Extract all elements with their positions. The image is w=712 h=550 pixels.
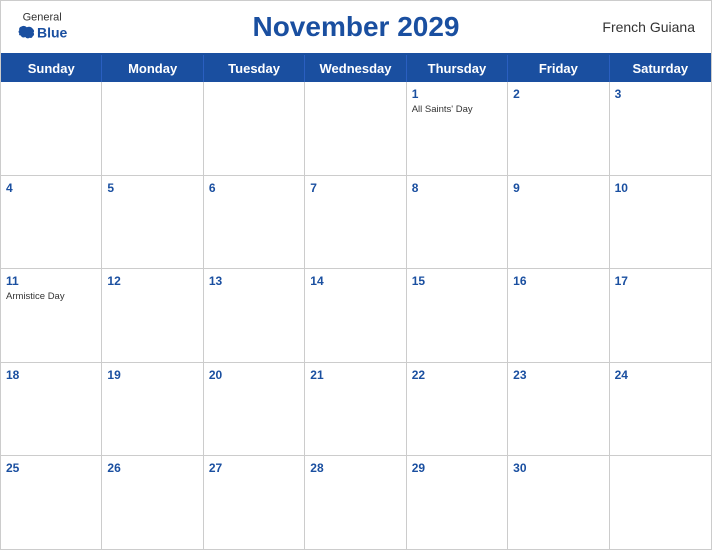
calendar-grid: SundayMondayTuesdayWednesdayThursdayFrid… [1, 53, 711, 549]
day-cell: 6 [204, 176, 305, 269]
day-number: 21 [310, 367, 400, 384]
day-number: 3 [615, 86, 706, 103]
day-headers-row: SundayMondayTuesdayWednesdayThursdayFrid… [1, 55, 711, 82]
day-number: 20 [209, 367, 299, 384]
day-cell [1, 82, 102, 175]
day-number: 13 [209, 273, 299, 290]
day-cell: 28 [305, 456, 406, 549]
day-number: 23 [513, 367, 603, 384]
day-number: 25 [6, 460, 96, 477]
day-header-sunday: Sunday [1, 55, 102, 82]
logo-blue-text: Blue [37, 26, 67, 40]
logo-blue-area: Blue [17, 24, 67, 42]
day-number: 6 [209, 180, 299, 197]
day-number: 5 [107, 180, 197, 197]
day-cell [102, 82, 203, 175]
day-cell: 3 [610, 82, 711, 175]
day-number: 12 [107, 273, 197, 290]
day-number: 15 [412, 273, 502, 290]
day-cell: 10 [610, 176, 711, 269]
day-number: 14 [310, 273, 400, 290]
day-cell: 11Armistice Day [1, 269, 102, 362]
day-cell: 16 [508, 269, 609, 362]
day-number: 28 [310, 460, 400, 477]
holiday-name: All Saints' Day [412, 104, 502, 115]
day-header-thursday: Thursday [407, 55, 508, 82]
day-number: 8 [412, 180, 502, 197]
day-cell: 14 [305, 269, 406, 362]
day-number: 24 [615, 367, 706, 384]
day-number: 29 [412, 460, 502, 477]
day-cell: 2 [508, 82, 609, 175]
day-number: 16 [513, 273, 603, 290]
day-cell: 1All Saints' Day [407, 82, 508, 175]
day-number: 30 [513, 460, 603, 477]
weeks-container: 1All Saints' Day 23 456789 10 11Armistice Da… [1, 82, 711, 549]
region-label: French Guiana [602, 19, 695, 35]
day-number: 27 [209, 460, 299, 477]
week-row-4: 18 19 20 21 22 23 24 [1, 363, 711, 457]
day-cell: 22 [407, 363, 508, 456]
day-cell: 21 [305, 363, 406, 456]
day-cell: 5 [102, 176, 203, 269]
day-cell: 23 [508, 363, 609, 456]
day-number: 7 [310, 180, 400, 197]
day-cell: 20 [204, 363, 305, 456]
day-number: 1 [412, 86, 502, 103]
day-number: 9 [513, 180, 603, 197]
day-header-friday: Friday [508, 55, 609, 82]
day-header-wednesday: Wednesday [305, 55, 406, 82]
logo-bird-icon [17, 24, 35, 42]
day-cell: 25 [1, 456, 102, 549]
day-number: 19 [107, 367, 197, 384]
day-cell [305, 82, 406, 175]
week-row-3: 11Armistice Day 12 13 14 15 16 17 [1, 269, 711, 363]
day-number: 4 [6, 180, 96, 197]
day-cell: 12 [102, 269, 203, 362]
logo-general-text: General [23, 13, 62, 24]
day-cell: 17 [610, 269, 711, 362]
day-number: 18 [6, 367, 96, 384]
day-cell: 15 [407, 269, 508, 362]
day-number: 10 [615, 180, 706, 197]
day-number: 17 [615, 273, 706, 290]
logo-area: General Blue [17, 13, 67, 42]
day-cell: 27 [204, 456, 305, 549]
week-row-1: 1All Saints' Day 23 [1, 82, 711, 176]
calendar-title: November 2029 [252, 11, 459, 43]
day-cell: 13 [204, 269, 305, 362]
day-header-tuesday: Tuesday [204, 55, 305, 82]
day-cell: 26 [102, 456, 203, 549]
week-row-2: 456789 10 [1, 176, 711, 270]
day-cell: 29 [407, 456, 508, 549]
day-cell: 9 [508, 176, 609, 269]
calendar-header: General Blue November 2029 French Guiana [1, 1, 711, 53]
day-number: 22 [412, 367, 502, 384]
day-number: 11 [6, 273, 96, 290]
day-cell: 7 [305, 176, 406, 269]
day-cell: 4 [1, 176, 102, 269]
week-row-5: 25 26 27 28 29 30 [1, 456, 711, 549]
day-cell: 30 [508, 456, 609, 549]
day-cell: 18 [1, 363, 102, 456]
day-cell: 24 [610, 363, 711, 456]
day-number: 2 [513, 86, 603, 103]
holiday-name: Armistice Day [6, 291, 96, 302]
day-header-monday: Monday [102, 55, 203, 82]
day-header-saturday: Saturday [610, 55, 711, 82]
day-cell [610, 456, 711, 549]
calendar: General Blue November 2029 French Guiana… [0, 0, 712, 550]
day-cell: 8 [407, 176, 508, 269]
day-cell: 19 [102, 363, 203, 456]
day-number: 26 [107, 460, 197, 477]
day-cell [204, 82, 305, 175]
